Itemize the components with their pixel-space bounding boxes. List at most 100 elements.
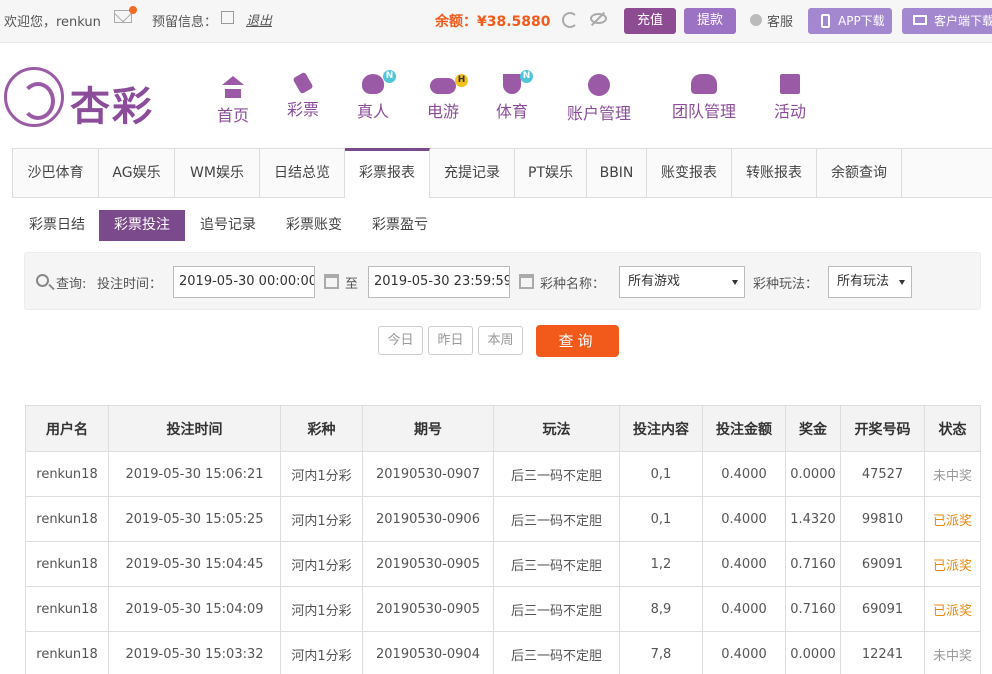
tab-saba-sports[interactable]: 沙巴体育: [13, 149, 99, 197]
refresh-icon[interactable]: [562, 12, 578, 28]
recharge-button[interactable]: 充值: [624, 8, 676, 34]
subtab-lottery-profit[interactable]: 彩票盈亏: [367, 210, 433, 241]
subtab-chase-records[interactable]: 追号记录: [195, 210, 261, 241]
tab-transfer[interactable]: 转账报表: [732, 149, 817, 197]
col-status: 状态: [924, 405, 981, 452]
play-select[interactable]: 所有玩法: [828, 266, 912, 298]
logo-text[interactable]: 杏彩: [70, 74, 154, 132]
hide-balance-icon[interactable]: [590, 13, 607, 24]
tab-daily-overview[interactable]: 日结总览: [260, 149, 345, 197]
cell-bet-time: 2019-05-30 15:05:25: [108, 496, 281, 542]
table-row: renkun18 2019-05-30 15:04:45 河内1分彩 20190…: [25, 541, 981, 587]
logout-link[interactable]: 退出: [246, 10, 272, 29]
bets-table: 用户名 投注时间 彩种 期号 玩法 投注内容 投注金额 奖金 开奖号码 状态 r…: [25, 405, 981, 674]
cell-play: 后三一码不定胆: [493, 496, 620, 542]
nav-live[interactable]: N 真人: [355, 70, 396, 122]
filter-panel: 查询: 投注时间： 2019-05-30 00:00:00 至 2019-05-…: [24, 252, 981, 310]
tab-ag[interactable]: AG娱乐: [99, 149, 175, 197]
yesterday-button[interactable]: 昨日: [428, 326, 473, 355]
cell-draw-number: 69091: [840, 541, 925, 587]
top-bar: 欢迎您，renkun 预留信息： 退出 余额：¥38.5880 充值 提款 客服…: [0, 0, 992, 43]
cell-lottery: 河内1分彩: [280, 586, 363, 632]
nav-home[interactable]: 首页: [215, 74, 251, 126]
customer-service-icon[interactable]: [750, 14, 762, 26]
tab-pt[interactable]: PT娱乐: [515, 149, 587, 197]
game-select[interactable]: 所有游戏: [619, 266, 745, 298]
cell-bet-time: 2019-05-30 15:03:32: [108, 631, 281, 674]
search-button[interactable]: 查询: [536, 325, 619, 357]
calendar-icon[interactable]: [519, 274, 534, 289]
withdraw-button[interactable]: 提款: [684, 8, 736, 34]
edit-icon[interactable]: [221, 11, 234, 24]
game-select-value: 所有游戏: [628, 274, 681, 289]
calendar-icon[interactable]: [324, 274, 339, 289]
col-amount: 投注金额: [702, 405, 786, 452]
nav-sports[interactable]: N 体育: [494, 70, 533, 122]
new-badge: N: [383, 70, 396, 83]
monitor-icon: [913, 15, 927, 25]
nav-account-label: 账户管理: [566, 104, 631, 123]
cell-lottery: 河内1分彩: [280, 451, 363, 497]
logo-emblem-icon[interactable]: [4, 67, 64, 127]
balance: 余额：¥38.5880: [435, 11, 551, 31]
cell-issue: 20190530-0905: [362, 586, 494, 632]
cell-content: 7,8: [619, 631, 703, 674]
home-icon-base: [225, 89, 241, 98]
col-bet-time: 投注时间: [108, 405, 281, 452]
cell-username: renkun18: [25, 631, 109, 674]
subtab-lottery-daily[interactable]: 彩票日结: [24, 210, 90, 241]
nav-team-label: 团队管理: [671, 102, 736, 121]
cell-prize: 1.4320: [785, 496, 841, 542]
cell-draw-number: 12241: [840, 631, 925, 674]
col-content: 投注内容: [619, 405, 703, 452]
cell-amount: 0.4000: [702, 586, 786, 632]
subtab-lottery-balance[interactable]: 彩票账变: [281, 210, 347, 241]
col-issue: 期号: [362, 405, 494, 452]
app-download-button[interactable]: APP下载: [808, 8, 892, 34]
end-time-input[interactable]: 2019-05-30 23:59:59: [368, 266, 510, 298]
status-badge: 已派奖: [924, 541, 981, 587]
today-button[interactable]: 今日: [378, 326, 423, 355]
nav-home-label: 首页: [216, 106, 249, 125]
tab-deposit-withdraw[interactable]: 充提记录: [430, 149, 515, 197]
this-week-button[interactable]: 本周: [478, 326, 523, 355]
nav-lottery[interactable]: 彩票: [285, 71, 321, 120]
cell-bet-time: 2019-05-30 15:04:09: [108, 586, 281, 632]
dealer-icon: N: [362, 70, 396, 94]
cell-lottery: 河内1分彩: [280, 541, 363, 587]
cell-content: 0,1: [619, 496, 703, 542]
tab-lottery-report[interactable]: 彩票报表: [345, 148, 430, 198]
nav-live-label: 真人: [356, 102, 389, 121]
tab-balance-query[interactable]: 余额查询: [817, 149, 902, 197]
cell-amount: 0.4000: [702, 631, 786, 674]
cell-prize: 0.7160: [785, 586, 841, 632]
subtab-lottery-bets[interactable]: 彩票投注: [99, 210, 185, 241]
nav-lottery-label: 彩票: [286, 100, 319, 119]
customer-service-link[interactable]: 客服: [767, 11, 793, 30]
tab-balance-change[interactable]: 账变报表: [647, 149, 732, 197]
cell-lottery: 河内1分彩: [280, 496, 363, 542]
cell-draw-number: 99810: [840, 496, 925, 542]
phone-icon: [821, 14, 830, 28]
tab-bbin[interactable]: BBIN: [587, 149, 647, 197]
cell-prize: 0.0000: [785, 451, 841, 497]
status-badge: 已派奖: [924, 496, 981, 542]
play-type-label: 彩种玩法：: [753, 277, 819, 292]
col-prize: 奖金: [785, 405, 841, 452]
tab-wm[interactable]: WM娱乐: [175, 149, 260, 197]
start-time-input[interactable]: 2019-05-30 00:00:00: [173, 266, 315, 298]
cell-lottery: 河内1分彩: [280, 631, 363, 674]
table-row: renkun18 2019-05-30 15:06:21 河内1分彩 20190…: [25, 451, 981, 497]
client-download-button[interactable]: 客户端下载: [902, 8, 992, 34]
query-label: 查询:: [56, 277, 87, 292]
table-row: renkun18 2019-05-30 15:05:25 河内1分彩 20190…: [25, 496, 981, 542]
nav-promotions[interactable]: 活动: [772, 74, 808, 122]
nav-account[interactable]: 账户管理: [563, 74, 635, 124]
to-label: 至: [345, 277, 359, 292]
app-download-label: APP下载: [838, 14, 885, 28]
gift-icon: [780, 74, 800, 94]
bet-time-label: 投注时间：: [97, 277, 163, 292]
nav-slots[interactable]: H 电游: [425, 74, 468, 122]
chevron-down-icon: [899, 280, 905, 285]
nav-team[interactable]: 团队管理: [668, 74, 740, 122]
